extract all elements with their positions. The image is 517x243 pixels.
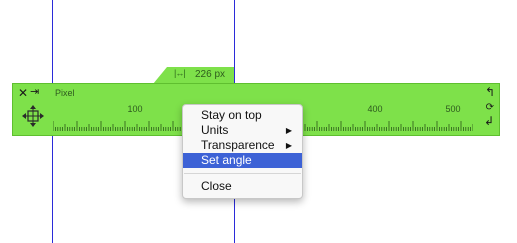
submenu-arrow-icon: ▶ <box>285 141 292 150</box>
rotate-icon[interactable]: ⟳ <box>486 102 494 113</box>
menu-item-stay-on-top[interactable]: Stay on top <box>183 108 302 123</box>
redo-icon[interactable]: ↲ <box>484 115 494 127</box>
submenu-arrow-icon: ▶ <box>285 126 292 135</box>
tick-label-500: 500 <box>445 104 461 114</box>
menu-item-transparence[interactable]: Transparence ▶ <box>183 138 302 153</box>
menu-item-units[interactable]: Units ▶ <box>183 123 302 138</box>
measurement-tab: |↔| 226 px <box>153 67 234 84</box>
undo-icon[interactable]: ↰ <box>485 86 495 98</box>
width-icon: |↔| <box>174 68 186 78</box>
unit-label: Pixel <box>55 88 75 98</box>
measurement-value: 226 px <box>195 69 226 80</box>
tick-label-400: 400 <box>367 104 383 114</box>
move-icon[interactable] <box>21 104 45 128</box>
context-menu: Stay on top Units ▶ Transparence ▶ Set a… <box>182 104 303 199</box>
close-icon[interactable]: ✕ <box>18 87 28 99</box>
tick-label-100: 100 <box>127 104 143 114</box>
menu-item-set-angle[interactable]: Set angle <box>183 153 302 168</box>
menu-item-close[interactable]: Close <box>183 179 302 194</box>
pin-icon[interactable]: ⇥ <box>30 87 39 98</box>
menu-divider <box>184 173 301 174</box>
